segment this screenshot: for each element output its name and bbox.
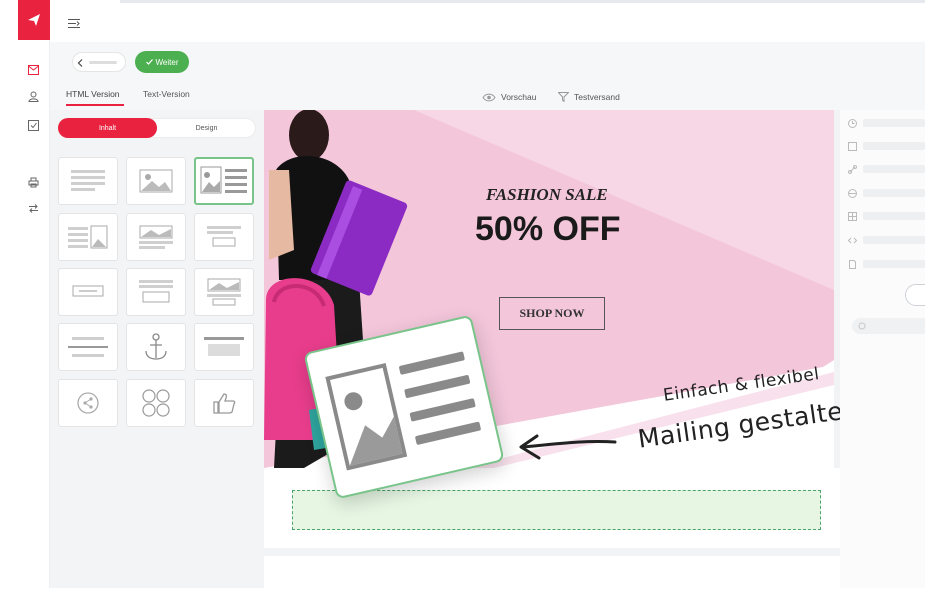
contacts-icon[interactable] — [26, 89, 40, 103]
block-button[interactable] — [58, 268, 118, 316]
top-divider — [120, 0, 925, 3]
back-button[interactable] — [72, 52, 126, 72]
link-icon — [848, 164, 857, 174]
setting-row-image[interactable] — [848, 139, 925, 153]
menu-collapse-icon[interactable] — [68, 16, 80, 34]
divider-block-icon — [68, 337, 108, 357]
segment-content[interactable]: Inhalt — [58, 118, 157, 138]
code-icon — [848, 237, 857, 243]
block-image-text[interactable] — [194, 157, 254, 205]
eye-icon — [482, 93, 496, 101]
next-button-label: Weiter — [155, 57, 179, 67]
block-divider[interactable] — [58, 323, 118, 371]
swap-icon[interactable] — [26, 201, 40, 215]
next-button[interactable]: Weiter — [135, 51, 189, 73]
block-text-image[interactable] — [58, 213, 118, 261]
mail-icon[interactable] — [26, 63, 40, 77]
image-button-block-icon — [207, 278, 241, 306]
block-social[interactable] — [126, 379, 186, 427]
block-image[interactable] — [126, 157, 186, 205]
back-label — [89, 61, 117, 64]
text-button-block-icon — [207, 226, 241, 247]
setting-row-globe[interactable] — [848, 186, 925, 200]
setting-row-table[interactable] — [848, 209, 925, 223]
text-image-block-icon — [68, 225, 108, 249]
send-icon — [558, 92, 569, 102]
block-share[interactable] — [58, 379, 118, 427]
block-spacer[interactable] — [194, 323, 254, 371]
block-anchor[interactable] — [126, 323, 186, 371]
text-block-icon — [71, 170, 105, 191]
block-like[interactable] — [194, 379, 254, 427]
setting-row-file[interactable] — [848, 257, 925, 271]
preview-button[interactable]: Vorschau — [482, 92, 536, 102]
file-icon — [849, 259, 856, 269]
text-button-center-icon — [139, 280, 173, 303]
anchor-icon — [145, 333, 167, 360]
block-image-button[interactable] — [194, 268, 254, 316]
clock-icon — [848, 118, 857, 128]
image-caption-block-icon — [139, 225, 173, 249]
hero-discount: 50% OFF — [475, 210, 621, 248]
spacer-block-icon — [204, 337, 244, 356]
app-window: Weiter HTML Version Text-Version Vorscha… — [0, 0, 925, 590]
shop-now-button[interactable]: SHOP NOW — [499, 297, 605, 330]
thumbs-up-icon — [213, 393, 236, 414]
top-bar — [50, 0, 925, 42]
paper-plane-icon — [28, 14, 40, 26]
settings-toggle[interactable] — [905, 284, 925, 306]
image-text-drag-icon — [325, 351, 481, 471]
button-block-icon — [72, 285, 104, 297]
settings-panel — [840, 110, 925, 588]
chevron-left-icon — [77, 59, 83, 67]
setting-row-link[interactable] — [848, 162, 925, 176]
test-send-button[interactable]: Testversand — [558, 92, 620, 102]
paperclip-icon — [858, 322, 866, 330]
block-image-caption[interactable] — [126, 213, 186, 261]
image-block-icon — [139, 169, 173, 193]
drop-zone[interactable] — [292, 490, 821, 530]
check-icon — [145, 59, 153, 65]
setting-row-code[interactable] — [848, 233, 925, 247]
table-icon — [848, 211, 857, 221]
hero-sale-title: FASHION SALE — [486, 185, 608, 204]
test-send-label: Testversand — [574, 92, 620, 102]
print-icon[interactable] — [26, 175, 40, 189]
checklist-icon[interactable] — [26, 118, 40, 132]
canvas-footer — [264, 556, 840, 590]
tab-html-version[interactable]: HTML Version — [66, 89, 120, 99]
image-icon — [848, 141, 857, 151]
block-text-button[interactable] — [194, 213, 254, 261]
setting-row-time[interactable] — [848, 116, 925, 130]
globe-icon — [848, 188, 857, 198]
tab-text-version[interactable]: Text-Version — [143, 89, 190, 99]
share-icon — [77, 392, 99, 414]
app-logo[interactable] — [18, 0, 50, 40]
image-text-block-icon — [200, 166, 247, 194]
arrow-left-icon — [519, 434, 617, 460]
attachment-field[interactable] — [852, 318, 925, 334]
block-text-button-center[interactable] — [126, 268, 186, 316]
segment-design[interactable]: Design — [157, 118, 256, 138]
social-icons-icon — [142, 389, 170, 417]
block-text[interactable] — [58, 157, 118, 205]
active-tab-indicator — [66, 104, 124, 106]
preview-label: Vorschau — [501, 92, 537, 102]
